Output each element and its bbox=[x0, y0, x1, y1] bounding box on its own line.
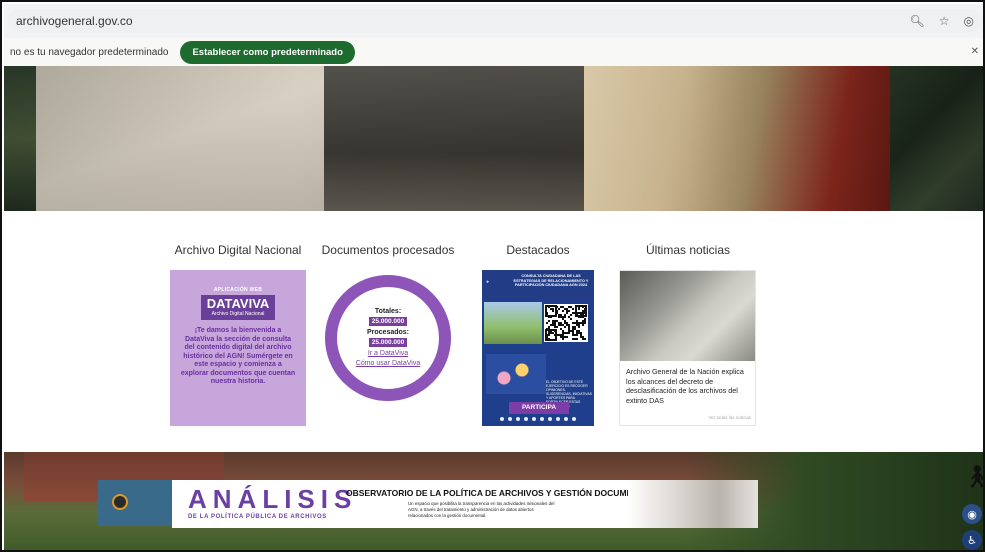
set-default-button[interactable]: Establecer como predeterminado bbox=[180, 40, 355, 64]
totales-label: Totales: bbox=[374, 308, 402, 315]
carousel-dot[interactable] bbox=[524, 417, 528, 421]
dataviva-app-label: APLICACIÓN WEB bbox=[213, 287, 263, 293]
poster-title: CONSULTA CIUDADANA DE LAS ESTRATEGIAS DE… bbox=[513, 274, 589, 288]
browser-frame: archivogeneral.gov.co 🔍︎ ☆ ◎ no es tu na… bbox=[0, 0, 985, 552]
procesados-value: 25.000.000 bbox=[368, 338, 408, 347]
analisis-banner[interactable]: ANÁLISIS DE LA POLÍTICA PÚBLICA DE ARCHI… bbox=[172, 480, 758, 528]
dataviva-text: ¡Te damos la bienvenida a DataViva la se… bbox=[180, 327, 296, 385]
destacados-poster[interactable]: ❖ CONSULTA CIUDADANA DE LAS ESTRATEGIAS … bbox=[482, 270, 594, 426]
section-title-documentos: Documentos procesados bbox=[321, 243, 455, 257]
close-icon[interactable]: ✕ bbox=[971, 46, 979, 57]
carousel-dot[interactable] bbox=[556, 417, 560, 421]
ir-dataviva-link[interactable]: Ir a DataViva bbox=[368, 349, 408, 359]
dataviva-badge: DATAVIVA Archivo Digital Nacional bbox=[201, 295, 275, 320]
carousel-dot[interactable] bbox=[508, 417, 512, 421]
carousel-dot[interactable] bbox=[548, 417, 552, 421]
zoom-icon[interactable]: 🔍︎ bbox=[910, 14, 925, 28]
agn-seal-icon bbox=[112, 494, 128, 510]
poster-people-illustration bbox=[486, 354, 546, 394]
section-title-archivo: Archivo Digital Nacional bbox=[174, 243, 302, 257]
banner-image bbox=[628, 480, 758, 528]
sign-language-icon[interactable]: ◉ bbox=[962, 504, 982, 524]
poster-building-image bbox=[484, 302, 542, 344]
carousel-dots bbox=[492, 417, 584, 423]
carousel-dot[interactable] bbox=[516, 417, 520, 421]
view-all-news-link[interactable]: Ver todas las noticias bbox=[708, 415, 751, 420]
section-title-destacados: Destacados bbox=[506, 243, 570, 257]
carousel-dot[interactable] bbox=[540, 417, 544, 421]
banner-observatorio: OBSERVATORIO DE LA POLÍTICA DE ARCHIVOS … bbox=[346, 488, 655, 498]
news-card[interactable]: Archivo General de la Nación explica los… bbox=[619, 270, 756, 426]
bottom-background: ANÁLISIS DE LA POLÍTICA PÚBLICA DE ARCHI… bbox=[4, 452, 983, 550]
hero-banner bbox=[4, 66, 983, 211]
banner-description: Un espacio que posibilita la transparenc… bbox=[408, 501, 555, 518]
totales-value: 25.000.000 bbox=[368, 317, 408, 326]
default-browser-bar: no es tu navegador predeterminado Establ… bbox=[4, 38, 983, 66]
accessibility-figure-icon[interactable]: 🚶︎ bbox=[963, 460, 983, 494]
carousel-dot[interactable] bbox=[564, 417, 568, 421]
default-browser-message: no es tu navegador predeterminado bbox=[10, 46, 169, 58]
banner-subtitle: DE LA POLÍTICA PÚBLICA DE ARCHIVOS bbox=[188, 514, 327, 520]
dataviva-subtitle: Archivo Digital Nacional bbox=[211, 311, 265, 317]
url-text[interactable]: archivogeneral.gov.co bbox=[16, 14, 133, 28]
omnibox[interactable]: archivogeneral.gov.co 🔍︎ ☆ ◎ bbox=[8, 9, 982, 33]
accessibility-icon[interactable]: ♿︎ bbox=[962, 530, 982, 550]
agn-logo-icon: ❖ bbox=[486, 280, 490, 284]
address-bar: archivogeneral.gov.co 🔍︎ ☆ ◎ bbox=[4, 4, 983, 38]
carousel-dot[interactable] bbox=[572, 417, 576, 421]
dataviva-card[interactable]: APLICACIÓN WEB DATAVIVA Archivo Digital … bbox=[170, 270, 306, 426]
participa-button[interactable]: PARTICIPA bbox=[509, 402, 569, 414]
como-usar-link[interactable]: Cómo usar DataViva bbox=[356, 359, 420, 369]
section-title-noticias: Últimas noticias bbox=[645, 243, 731, 257]
news-headline[interactable]: Archivo General de la Nación explica los… bbox=[626, 367, 752, 405]
news-image[interactable] bbox=[620, 271, 755, 361]
banner-left-panel bbox=[98, 480, 172, 526]
carousel-dot[interactable] bbox=[532, 417, 536, 421]
documentos-donut: Totales: 25.000.000 Procesados: 25.000.0… bbox=[324, 274, 452, 402]
carousel-dot[interactable] bbox=[500, 417, 504, 421]
procesados-label: Procesados: bbox=[366, 329, 410, 336]
dataviva-title: DATAVIVA bbox=[206, 296, 270, 311]
profile-icon[interactable]: ◎ bbox=[964, 14, 974, 28]
star-icon[interactable]: ☆ bbox=[939, 14, 950, 28]
banner-title: ANÁLISIS bbox=[188, 484, 358, 514]
qr-code-icon bbox=[544, 304, 588, 342]
